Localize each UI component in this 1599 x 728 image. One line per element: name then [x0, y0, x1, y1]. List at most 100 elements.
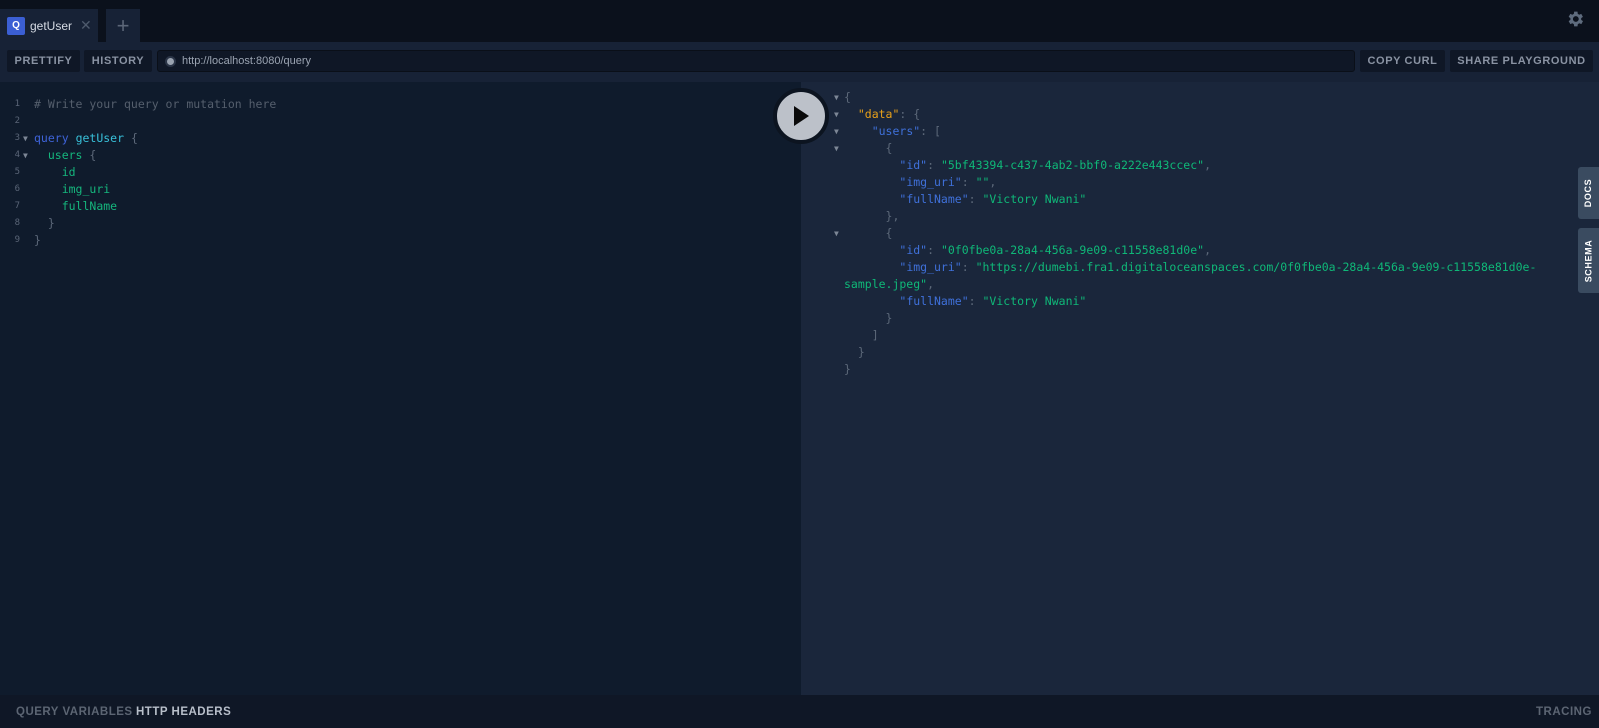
- code-token: ]: [844, 328, 879, 342]
- tab-label: getUser: [30, 18, 73, 33]
- code-line: "fullName": "Victory Nwani": [844, 191, 1086, 208]
- code-line: }: [34, 232, 41, 249]
- connection-status-icon: [165, 55, 176, 67]
- line-number: 4: [14, 150, 20, 160]
- code-token: img_uri: [61, 182, 111, 196]
- add-tab-button[interactable]: +: [106, 9, 140, 42]
- code-token: ,: [989, 175, 997, 189]
- code-token: "": [975, 175, 990, 189]
- code-line: sample.jpeg",: [844, 276, 934, 293]
- query-variables-tab[interactable]: QUERY VARIABLES: [16, 695, 133, 728]
- execute-query-button[interactable]: [773, 88, 829, 144]
- code-line: "img_uri": "",: [844, 174, 996, 191]
- result-viewer: ▼ { ▼ "data": { ▼ "users": [ ▼ { "id": "5bf4…: [801, 82, 1599, 695]
- line-number: 8: [14, 218, 20, 228]
- code-line: id: [34, 164, 76, 181]
- code-token: }: [34, 216, 55, 230]
- code-token: "id": [899, 243, 928, 257]
- code-line: ]: [844, 327, 879, 344]
- code-token: {: [844, 90, 851, 104]
- code-token: "https://dumebi.fra1.digitaloceanspaces.…: [975, 260, 1537, 274]
- endpoint-url: http://localhost:8080/query: [182, 55, 312, 67]
- prettify-button[interactable]: PRETTIFY: [7, 50, 80, 72]
- code-line: query getUser {: [34, 130, 138, 147]
- code-line: }: [844, 310, 893, 327]
- code-line: "id": "5bf43394-c437-4ab2-bbf0-a222e443c…: [844, 157, 1211, 174]
- fold-toggle-icon[interactable]: ▼: [834, 89, 839, 106]
- tracing-tab[interactable]: TRACING: [1536, 695, 1592, 728]
- code-token: "users": [871, 124, 921, 138]
- query-editor[interactable]: 1 # Write your query or mutation here 2 3 ▼ q…: [0, 82, 801, 695]
- code-token: },: [844, 209, 900, 223]
- code-token: "img_uri": [899, 175, 962, 189]
- code-token: users: [47, 148, 83, 162]
- fold-toggle-icon[interactable]: ▼: [23, 147, 28, 164]
- code-line: "users": [: [844, 123, 941, 140]
- code-line: "img_uri": "https://dumebi.fra1.digitalo…: [844, 259, 1536, 276]
- code-token: "fullName": [899, 192, 969, 206]
- code-token: "id": [899, 158, 928, 172]
- line-number: 5: [14, 167, 20, 177]
- share-playground-button[interactable]: SHARE PLAYGROUND: [1450, 50, 1593, 72]
- code-token: ,: [1204, 243, 1211, 257]
- copy-curl-button[interactable]: COPY CURL: [1360, 50, 1445, 72]
- code-token: }: [844, 362, 851, 376]
- code-line: {: [844, 225, 893, 242]
- code-line: {: [844, 89, 851, 106]
- code-token: query: [34, 131, 69, 145]
- code-token: # Write your query or mutation here: [34, 97, 277, 111]
- code-token: }: [34, 233, 41, 247]
- code-token: "fullName": [899, 294, 969, 308]
- code-token: :: [968, 294, 983, 308]
- code-line: }: [844, 344, 865, 361]
- fold-toggle-icon[interactable]: ▼: [834, 140, 839, 157]
- line-number: 1: [14, 99, 20, 109]
- fold-toggle-icon[interactable]: ▼: [834, 123, 839, 140]
- code-token: ,: [1204, 158, 1211, 172]
- code-token: {: [844, 141, 893, 155]
- code-line: fullName: [34, 198, 117, 215]
- code-token: fullName: [61, 199, 118, 213]
- code-token: : [: [920, 124, 941, 138]
- fold-toggle-icon[interactable]: ▼: [834, 106, 839, 123]
- line-number: 3: [14, 133, 20, 143]
- line-number: 2: [14, 116, 20, 126]
- plus-icon: +: [116, 12, 130, 38]
- code-token: }: [844, 311, 893, 325]
- code-token: id: [61, 165, 76, 179]
- code-token: }: [844, 345, 865, 359]
- code-token: "0f0fbe0a-28a4-456a-9e09-c11558e81d0e": [940, 243, 1205, 257]
- docs-tab[interactable]: DOCS: [1578, 167, 1599, 219]
- code-line: # Write your query or mutation here: [34, 96, 276, 113]
- code-token: {: [82, 148, 97, 162]
- schema-tab[interactable]: SCHEMA: [1578, 228, 1599, 293]
- code-token: getUser: [75, 131, 125, 145]
- schema-label: SCHEMA: [1583, 239, 1594, 282]
- history-button[interactable]: HISTORY: [84, 50, 152, 72]
- close-icon[interactable]: ✕: [80, 17, 92, 34]
- code-line: }: [844, 361, 851, 378]
- tab-getuser[interactable]: Q getUser ✕: [0, 9, 98, 42]
- fold-toggle-icon[interactable]: ▼: [23, 130, 28, 147]
- code-token: "Victory Nwani": [982, 192, 1087, 206]
- http-headers-tab[interactable]: HTTP HEADERS: [136, 695, 231, 728]
- play-icon: [794, 106, 809, 126]
- fold-toggle-icon[interactable]: ▼: [834, 225, 839, 242]
- code-token: :: [961, 175, 976, 189]
- code-token: :: [927, 243, 941, 257]
- bottom-bar: QUERY VARIABLES HTTP HEADERS TRACING: [0, 695, 1599, 728]
- code-line: "data": {: [844, 106, 920, 123]
- line-number: 9: [14, 235, 20, 245]
- code-token: :: [961, 260, 976, 274]
- code-token: :: [927, 158, 941, 172]
- endpoint-input[interactable]: http://localhost:8080/query: [157, 50, 1355, 72]
- gear-icon[interactable]: [1565, 9, 1585, 29]
- code-line: img_uri: [34, 181, 110, 198]
